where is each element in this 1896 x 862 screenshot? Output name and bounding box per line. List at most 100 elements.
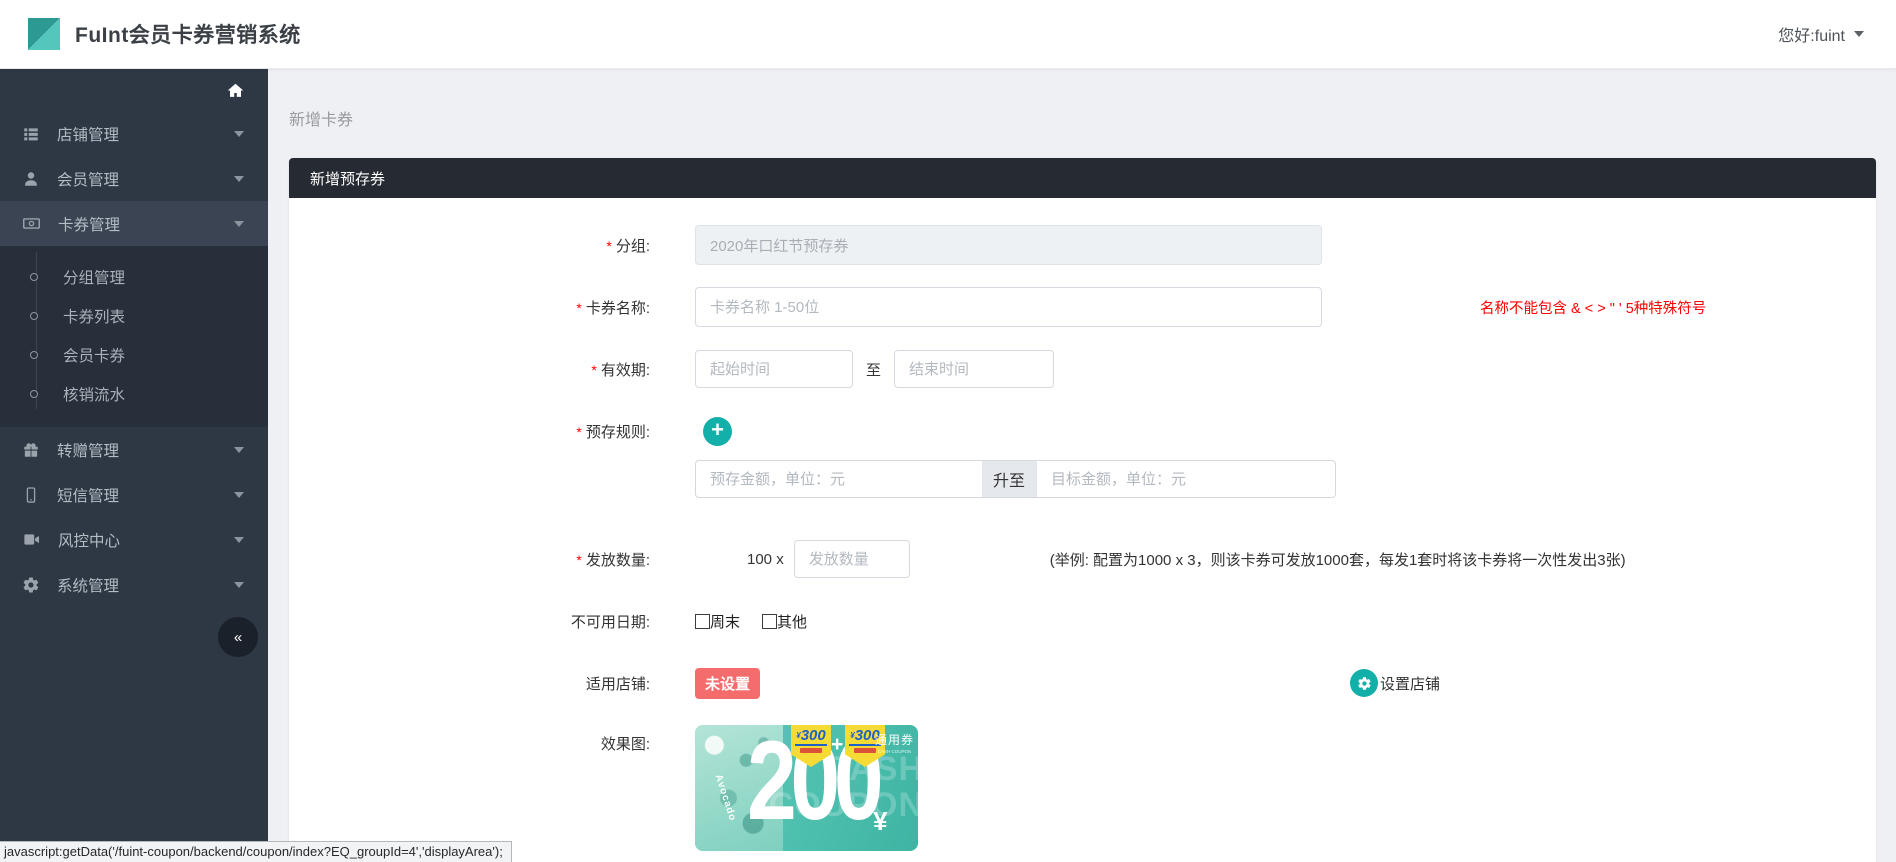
required-asterisk: * xyxy=(576,552,581,568)
sidebar-home-button[interactable] xyxy=(0,69,268,111)
mobile-icon xyxy=(22,486,40,504)
main-content: 新增卡券 新增预存券 *分组: *卡券名称: xyxy=(268,69,1896,862)
rule-input-group: 升至 xyxy=(695,460,1336,498)
user-icon xyxy=(22,170,40,188)
sidebar-subitem-group-management[interactable]: 分组管理 xyxy=(0,257,268,296)
group-label: *分组: xyxy=(313,235,650,256)
badge-subtext-bar xyxy=(800,748,822,753)
sidebar-subitem-verification-records[interactable]: 核销流水 xyxy=(0,374,268,413)
prestore-rule-row: 升至 xyxy=(313,459,1852,499)
panel-title: 新增预存券 xyxy=(310,168,385,189)
sidebar-item-label: 卡券管理 xyxy=(58,213,120,235)
photo-caption: Avocado xyxy=(713,773,739,823)
required-asterisk: * xyxy=(576,300,581,316)
sidebar-subitem-label: 分组管理 xyxy=(63,266,125,288)
quantity-label: *发放数量: xyxy=(313,549,650,570)
plus-sign: + xyxy=(831,733,843,757)
user-greeting: 您好:fuint xyxy=(1778,22,1845,46)
checkbox-icon[interactable] xyxy=(695,614,710,629)
group-field: *分组: xyxy=(313,225,1852,265)
sidebar-item-sms-management[interactable]: 短信管理 xyxy=(0,472,268,517)
sidebar-collapse-button[interactable]: « xyxy=(218,617,258,657)
panel-header: 新增预存券 xyxy=(289,158,1876,198)
coupon-name-field: *卡券名称: 名称不能包含 & < > " ' 5种特殊符号 xyxy=(313,287,1852,327)
money-icon xyxy=(22,214,41,233)
unavailable-option-weekend[interactable]: 周末 xyxy=(695,611,740,632)
coupon-name-label: *卡券名称: xyxy=(313,297,650,318)
sidebar-item-system-management[interactable]: 系统管理 xyxy=(0,562,268,607)
quantity-example-hint: (举例: 配置为1000 x 3，则该卡券可发放1000套，每发1套时将该卡券将… xyxy=(1050,549,1626,570)
unavailable-dates-field: 不可用日期: 周末 其他 xyxy=(313,601,1852,641)
chevron-down-icon xyxy=(234,131,244,137)
coupon-name-input[interactable] xyxy=(695,287,1322,327)
required-asterisk: * xyxy=(576,424,581,440)
required-asterisk: * xyxy=(606,238,611,254)
checkbox-icon[interactable] xyxy=(762,614,777,629)
to-separator: 至 xyxy=(866,359,881,380)
not-set-badge: 未设置 xyxy=(695,668,760,699)
sidebar-item-shop-management[interactable]: 店铺管理 xyxy=(0,111,268,156)
sidebar-item-label: 风控中心 xyxy=(58,529,120,551)
rise-to-addon: 升至 xyxy=(982,460,1036,498)
gear-icon[interactable] xyxy=(1350,669,1378,697)
new-coupon-panel: 新增预存券 *分组: *卡券名称: 名称不能包含 & < > " ' 5种 xyxy=(289,158,1876,862)
list-icon xyxy=(22,125,40,143)
chevrons-left-icon: « xyxy=(234,629,242,646)
chevron-down-icon xyxy=(234,492,244,498)
user-menu[interactable]: 您好:fuint xyxy=(1778,22,1870,46)
sidebar-item-member-management[interactable]: 会员管理 xyxy=(0,156,268,201)
chevron-down-icon xyxy=(234,221,244,227)
plus-icon: + xyxy=(711,419,724,441)
sidebar-item-label: 转赠管理 xyxy=(57,439,119,461)
prestore-rule-label: *预存规则: xyxy=(313,421,650,442)
quantity-field: *发放数量: 100 x (举例: 配置为1000 x 3，则该卡券可发放100… xyxy=(313,539,1852,579)
badge-subtext-bar xyxy=(854,748,876,753)
home-icon xyxy=(227,82,244,99)
chevron-down-icon xyxy=(1854,31,1864,37)
end-time-input[interactable] xyxy=(894,350,1054,388)
preview-label: 效果图: xyxy=(313,725,650,765)
gear-icon xyxy=(22,576,40,594)
start-time-input[interactable] xyxy=(695,350,853,388)
sidebar-item-label: 系统管理 xyxy=(57,574,119,596)
video-camera-icon xyxy=(22,530,41,549)
chevron-down-icon xyxy=(234,537,244,543)
circle-bullet-icon xyxy=(30,390,38,398)
quantity-input[interactable] xyxy=(794,540,910,578)
set-stores-button[interactable]: 设置店铺 xyxy=(1350,669,1440,697)
chevron-down-icon xyxy=(234,176,244,182)
group-input[interactable] xyxy=(695,225,1322,265)
applicable-stores-field: 适用店铺: 未设置 设置店铺 xyxy=(313,663,1852,703)
chevron-down-icon xyxy=(234,582,244,588)
prestore-amount-input[interactable] xyxy=(695,460,982,498)
circle-bullet-icon xyxy=(30,312,38,320)
target-amount-input[interactable] xyxy=(1036,460,1336,498)
breadcrumb: 新增卡券 xyxy=(289,106,1896,130)
sidebar-item-transfer-management[interactable]: 转赠管理 xyxy=(0,427,268,472)
name-validation-hint: 名称不能包含 & < > " ' 5种特殊符号 xyxy=(1480,297,1706,318)
applicable-stores-label: 适用店铺: xyxy=(313,673,650,694)
preview-field: 效果图: Avocado CASH COUPON 200 ¥ xyxy=(313,725,1852,851)
circle-bullet-icon xyxy=(30,351,38,359)
browser-status-tooltip: javascript:getData('/fuint-coupon/backen… xyxy=(0,841,512,862)
unavailable-dates-label: 不可用日期: xyxy=(313,611,650,632)
circle-bullet-icon xyxy=(30,273,38,281)
sidebar-item-coupon-management[interactable]: 卡券管理 xyxy=(0,201,268,246)
prestore-rule-field: *预存规则: + xyxy=(313,411,1852,451)
sidebar-item-label: 会员管理 xyxy=(57,168,119,190)
coupon-submenu: 分组管理 卡券列表 会员卡券 核销流水 xyxy=(0,246,268,427)
coupon-currency: ¥ xyxy=(873,806,887,837)
panel-body: *分组: *卡券名称: 名称不能包含 & < > " ' 5种特殊符号 xyxy=(289,198,1876,862)
app-title: FuInt会员卡券营销系统 xyxy=(75,19,301,49)
sidebar-subitem-label: 卡券列表 xyxy=(63,305,125,327)
sidebar-subitem-member-coupons[interactable]: 会员卡券 xyxy=(0,335,268,374)
sidebar-subitem-label: 核销流水 xyxy=(63,383,125,405)
unavailable-option-other[interactable]: 其他 xyxy=(762,611,807,632)
sidebar-item-label: 店铺管理 xyxy=(57,123,119,145)
add-rule-button[interactable]: + xyxy=(703,417,732,446)
sidebar-subitem-coupon-list[interactable]: 卡券列表 xyxy=(0,296,268,335)
validity-label: *有效期: xyxy=(313,359,650,380)
chevron-down-icon xyxy=(234,447,244,453)
sidebar-item-risk-control[interactable]: 风控中心 xyxy=(0,517,268,562)
required-asterisk: * xyxy=(591,362,596,378)
